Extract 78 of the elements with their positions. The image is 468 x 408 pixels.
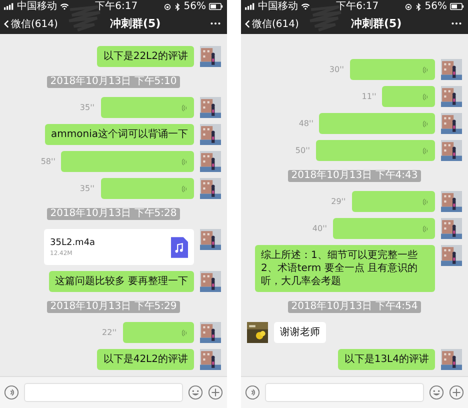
message-bubble: 以下是13L4的评讲 <box>338 349 435 370</box>
voice-wave-icon <box>182 158 188 166</box>
voice-input-icon[interactable] <box>4 385 19 400</box>
voice-message[interactable] <box>382 86 435 107</box>
voice-duration: 35'' <box>80 184 94 193</box>
wifi-icon <box>301 3 310 10</box>
voice-duration: 22'' <box>102 328 117 337</box>
voice-wave-icon <box>423 224 429 232</box>
voice-wave-icon <box>423 66 429 74</box>
voice-duration: 40'' <box>312 224 327 233</box>
voice-input-icon[interactable] <box>245 385 260 400</box>
status-time: 下午6:17 <box>95 0 138 12</box>
voice-wave-icon <box>423 146 429 154</box>
message-bubble: 谢谢老师 <box>274 322 326 343</box>
voice-duration: 50'' <box>295 146 310 155</box>
voice-message[interactable] <box>100 97 194 118</box>
timestamp: 2018年10月13日 下午4:54 <box>288 301 421 313</box>
add-icon[interactable] <box>449 385 464 400</box>
timestamp: 2018年10月13日 下午4:43 <box>288 170 421 182</box>
back-button[interactable]: 微信(614) <box>245 16 299 30</box>
voice-message[interactable] <box>316 140 435 161</box>
voice-wave-icon <box>182 328 188 336</box>
voice-duration: 30'' <box>329 65 344 74</box>
message-bubble: ammonia这个词可以背诵一下 <box>45 124 194 145</box>
voice-message[interactable] <box>333 218 435 239</box>
voice-message[interactable] <box>61 151 194 172</box>
voice-duration: 11'' <box>362 92 376 101</box>
rotation-lock-icon <box>404 2 412 10</box>
chat-title: 冲刺群(5) <box>110 16 161 31</box>
voice-message[interactable] <box>319 113 435 134</box>
voice-message[interactable] <box>100 178 194 199</box>
message-input-field[interactable] <box>265 383 424 402</box>
battery-icon <box>208 3 223 10</box>
voice-message[interactable] <box>352 191 435 212</box>
battery-icon <box>450 3 464 10</box>
back-label: 微信(614) <box>11 18 58 30</box>
timestamp: 2018年10月13日 下午5:29 <box>47 301 180 313</box>
voice-duration: 48'' <box>298 119 314 128</box>
wifi-icon <box>60 3 69 10</box>
timestamp: 2018年10月13日 下午5:10 <box>47 76 180 88</box>
emoji-icon[interactable] <box>188 385 203 400</box>
battery-percent: 56% <box>184 0 206 12</box>
rotation-lock-icon <box>164 2 171 10</box>
voice-message[interactable] <box>350 59 435 80</box>
voice-message[interactable] <box>122 322 194 343</box>
voice-duration: 35'' <box>80 103 94 112</box>
voice-duration: 29'' <box>331 197 346 206</box>
file-name: 35L2.m4a <box>50 238 96 248</box>
more-icon[interactable] <box>451 22 462 25</box>
voice-wave-icon <box>182 104 188 112</box>
back-label: 微信(614) <box>252 18 299 30</box>
voice-wave-icon <box>423 120 429 128</box>
emoji-icon[interactable] <box>429 385 444 400</box>
status-time: 下午6:17 <box>336 0 379 12</box>
timestamp: 2018年10月13日 下午5:28 <box>47 208 180 220</box>
back-icon <box>245 18 250 28</box>
signal-icon <box>245 3 255 10</box>
message-bubble: 这篇问题比较多 要再整理一下 <box>48 271 194 292</box>
message-bubble: 综上所述：1、细节可以更完整一些 2、术语term 要全一点 且有意识的听，大几率会考题 <box>255 245 435 292</box>
bluetooth-icon <box>414 2 422 10</box>
battery-percent: 56% <box>424 0 447 12</box>
voice-wave-icon <box>423 198 429 206</box>
back-icon <box>4 18 9 28</box>
bluetooth-icon <box>174 2 181 10</box>
back-button[interactable]: 微信(614) <box>4 16 58 30</box>
chat-title: 冲刺群(5) <box>351 16 402 31</box>
message-input-field[interactable] <box>24 383 183 402</box>
music-file-icon <box>171 236 188 258</box>
voice-wave-icon <box>423 92 429 100</box>
carrier-name: 中国移动 <box>17 0 57 12</box>
voice-wave-icon <box>182 184 188 192</box>
more-icon[interactable] <box>210 22 221 25</box>
signal-icon <box>4 3 14 10</box>
carrier-name: 中国移动 <box>258 0 298 12</box>
message-bubble: 以下是42L2的评讲 <box>97 349 194 370</box>
voice-duration: 58'' <box>40 157 56 166</box>
message-bubble: 以下是22L2的评讲 <box>97 46 194 67</box>
add-icon[interactable] <box>208 385 223 400</box>
